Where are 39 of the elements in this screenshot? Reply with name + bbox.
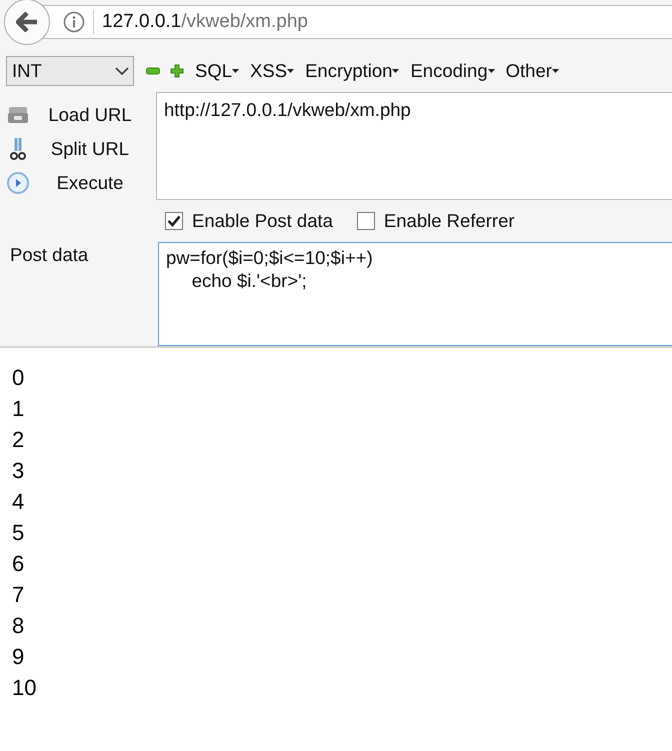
chevron-down-icon [115, 66, 129, 76]
info-icon[interactable] [63, 11, 85, 33]
caret-icon [232, 69, 240, 73]
output-line: 7 [12, 581, 24, 609]
menu-button[interactable]: Encoding [409, 58, 496, 84]
checkbox-label: Enable Post data [192, 210, 333, 232]
output-line: 0 [12, 364, 24, 392]
plus-icon[interactable] [170, 64, 184, 78]
caret-icon [392, 69, 400, 73]
back-arrow-icon [16, 12, 38, 32]
action-button[interactable]: Split URL [30, 138, 150, 160]
post-data-label: Post data [9, 243, 90, 267]
output-line: 3 [12, 457, 24, 485]
output-line: 9 [12, 643, 24, 671]
checkbox[interactable] [356, 212, 375, 230]
output-line: 10 [12, 674, 36, 702]
caret-icon [552, 69, 559, 73]
action-button[interactable]: Execute [30, 172, 150, 194]
play-circle-icon [6, 171, 30, 195]
caret-icon [488, 69, 495, 73]
post-data-field[interactable]: pw=for($i=0;$i<=10;$i++) echo $i.'<br>'; [158, 242, 672, 346]
output-line: 1 [12, 395, 24, 423]
checkbox[interactable] [165, 212, 183, 230]
menu-button[interactable]: XSS [249, 58, 296, 84]
type-dropdown[interactable]: INT [6, 56, 134, 86]
menu-button[interactable]: SQL [194, 58, 240, 84]
action-button[interactable]: Load URL [30, 104, 150, 126]
output-line: 5 [12, 519, 24, 547]
menu-button[interactable]: Encryption [304, 58, 400, 84]
url-field[interactable]: http://127.0.0.1/vkweb/xm.php [156, 92, 672, 200]
output-line: 2 [12, 426, 24, 454]
menu-button[interactable]: Other [504, 58, 560, 84]
output-line: 8 [12, 612, 24, 640]
output-line: 4 [12, 488, 24, 516]
minus-icon[interactable] [146, 66, 160, 76]
checkbox-label: Enable Referrer [384, 210, 515, 232]
caret-icon [287, 69, 294, 73]
output-line: 6 [12, 550, 24, 578]
back-button[interactable] [4, 0, 50, 45]
